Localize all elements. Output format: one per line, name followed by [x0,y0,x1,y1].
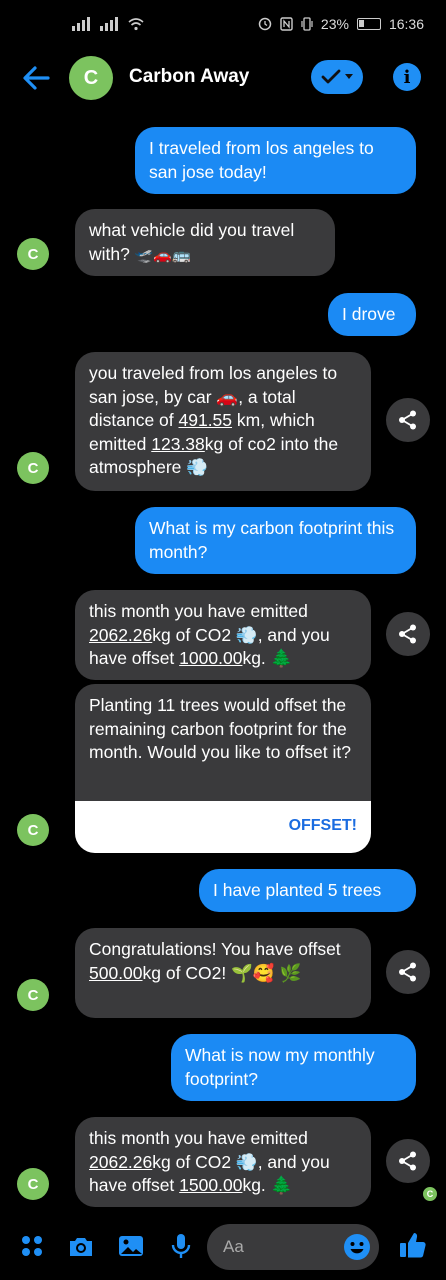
composer-bar: Aa [0,1216,446,1280]
bot-message[interactable]: Congratulations! You have offset 500.00k… [75,928,371,1018]
manage-messages-button[interactable] [311,60,363,94]
chat-header: C Carbon Away i [0,50,446,108]
offset-value: 500.00 [89,962,143,983]
offset-card: Planting 11 trees would offset the remai… [75,684,371,853]
message-input[interactable]: Aa [207,1224,379,1270]
avatar[interactable]: C [17,452,49,484]
avatar[interactable]: C [17,979,49,1011]
share-icon [399,410,416,430]
alarm-icon [258,17,272,31]
share-button[interactable] [386,398,430,442]
message-text: I traveled from los angeles to san jose … [149,138,374,182]
status-right: 23% 16:36 [258,16,424,32]
message-text: this month you have emitted [89,1128,308,1148]
bot-message[interactable]: you traveled from los angeles to san jos… [75,352,371,491]
clock: 16:36 [388,16,424,32]
chat-title[interactable]: Carbon Away [129,66,249,88]
offset-value: 1500.00 [179,1175,243,1195]
signal-icon [100,17,118,31]
avatar[interactable]: C [17,1168,49,1200]
share-icon [399,1151,416,1171]
battery-icon [356,18,381,30]
message-text: What is my carbon footprint this month? [149,518,395,562]
user-message[interactable]: What is my carbon footprint this month? [135,507,416,574]
like-icon[interactable] [398,1230,428,1260]
bot-message[interactable]: this month you have emitted 2062.26kg of… [75,590,371,680]
nfc-icon [280,17,293,31]
offset-value: 1000.00 [179,648,243,668]
wifi-icon [128,18,144,31]
message-text: Congratulations! You have offset [89,939,341,959]
info-icon: i [403,66,411,88]
share-button[interactable] [386,950,430,994]
user-message[interactable]: What is now my monthly footprint? [171,1034,416,1101]
input-placeholder: Aa [223,1237,244,1256]
signal-indicators [72,17,144,31]
emission-value: 123.38 [151,433,205,454]
back-arrow-icon[interactable] [20,62,52,94]
apps-icon[interactable] [18,1232,46,1260]
vibrate-icon [301,17,313,31]
signal-icon [72,17,90,31]
chevron-down-icon [345,74,353,79]
message-text: I have planted 5 trees [213,880,382,900]
bot-message[interactable]: what vehicle did you travel with? 🛫🚗🚌 [75,209,335,276]
share-icon [399,962,416,982]
emission-value: 2062.26 [89,624,153,645]
user-message[interactable]: I drove [328,293,416,336]
camera-icon[interactable] [67,1232,95,1260]
user-message[interactable]: I have planted 5 trees [199,869,416,912]
message-text: I drove [342,304,396,324]
message-text: What is now my monthly footprint? [185,1045,375,1089]
message-text: kg. 🌲 [242,1175,293,1195]
message-text: what vehicle did you travel with? [89,220,295,264]
share-button[interactable] [386,1139,430,1183]
microphone-icon[interactable] [167,1232,195,1260]
info-button[interactable]: i [393,63,421,91]
avatar[interactable]: C [17,814,49,846]
message-text: kg of CO2! 🌱🥰 🌿 [142,962,302,983]
emission-value: 2062.26 [89,1151,153,1172]
card-text: Planting 11 trees would offset the remai… [89,695,351,762]
checkmark-icon [321,69,341,84]
bot-message[interactable]: this month you have emitted 2062.26kg of… [75,1117,371,1207]
battery-percent: 23% [320,16,349,32]
seen-indicator: C [422,1186,438,1202]
share-button[interactable] [386,612,430,656]
status-bar: 23% 16:36 [0,0,446,50]
message-text: this month you have emitted [89,601,308,621]
offset-button[interactable]: OFFSET! [75,801,371,853]
message-text: kg. 🌲 [242,648,293,668]
user-message[interactable]: I traveled from los angeles to san jose … [135,127,416,194]
emoji-icon[interactable] [343,1233,371,1261]
distance-value: 491.55 [178,410,233,430]
gallery-icon[interactable] [117,1232,145,1260]
avatar[interactable]: C [17,238,49,270]
vehicle-emoji: 🛫🚗🚌 [134,245,191,264]
share-icon [399,624,416,644]
avatar[interactable]: C [69,56,113,100]
